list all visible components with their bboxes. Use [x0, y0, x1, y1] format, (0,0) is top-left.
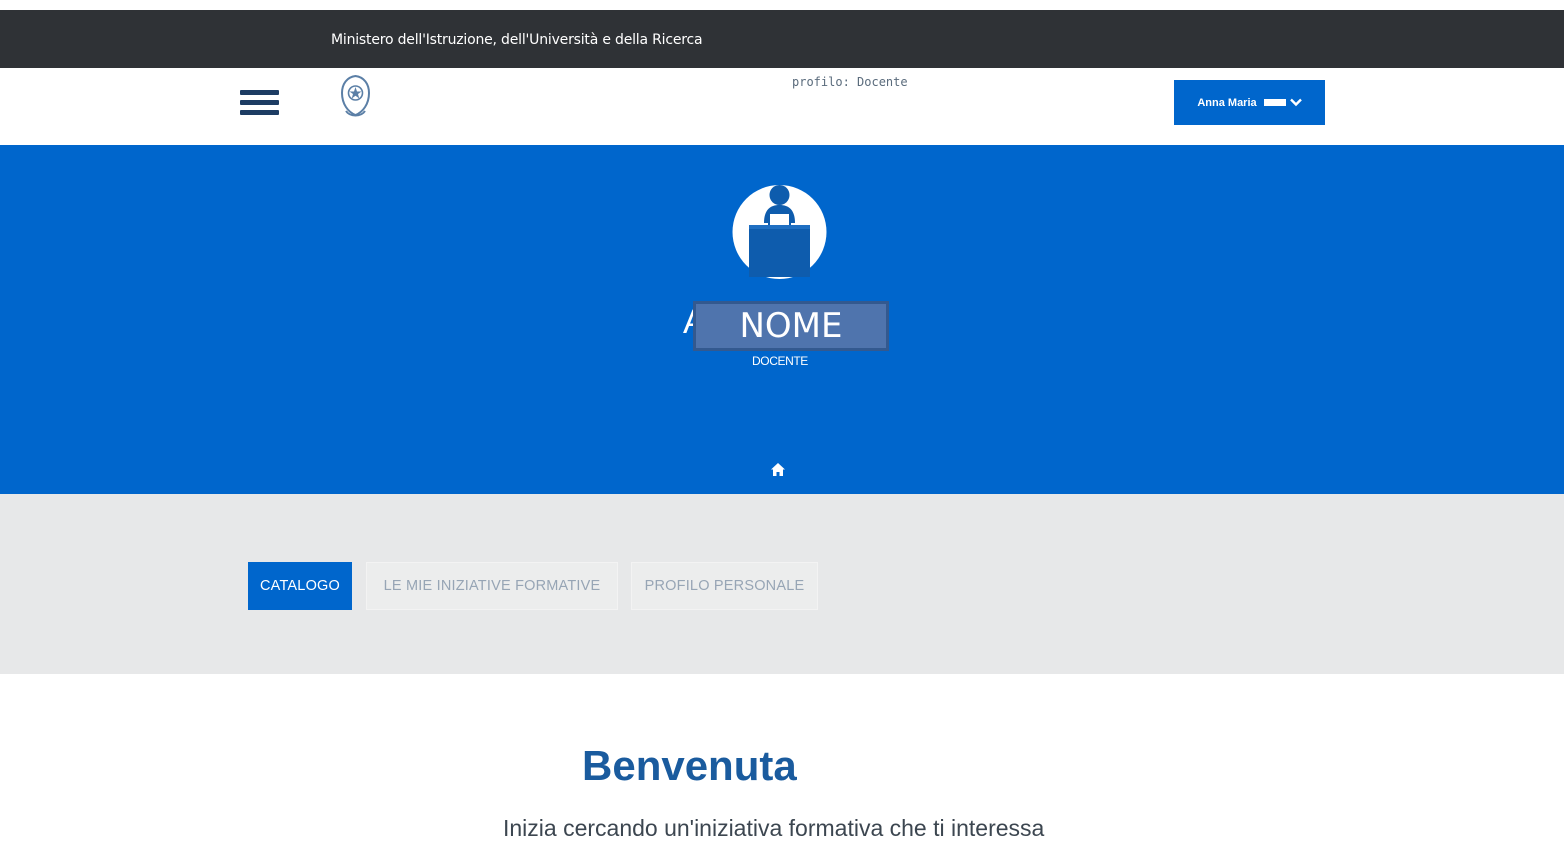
site-header: profilo: Docente Anna Maria — [0, 68, 1564, 145]
name-placeholder: NOME — [693, 301, 889, 351]
tab-catalogo[interactable]: CATALOGO — [248, 562, 352, 610]
welcome-lead: Inizia cercando un'iniziativa formativa … — [503, 815, 1045, 841]
tab-mie-iniziative[interactable]: LE MIE INIZIATIVE FORMATIVE — [366, 562, 618, 610]
redacted-surname — [1263, 99, 1286, 106]
tab-profilo-personale[interactable]: PROFILO PERSONALE — [631, 562, 818, 610]
hamburger-menu-icon[interactable] — [240, 90, 279, 115]
profile-label: profilo: Docente — [792, 75, 908, 89]
user-menu-button[interactable]: Anna Maria — [1174, 80, 1325, 125]
user-role: DOCENTE — [752, 354, 808, 368]
teacher-avatar-icon — [732, 185, 827, 279]
profile-hero: A NOME DOCENTE — [0, 145, 1564, 494]
tabs-band: CATALOGO LE MIE INIZIATIVE FORMATIVE PRO… — [0, 494, 1564, 674]
ministry-top-bar: Ministero dell'Istruzione, dell'Universi… — [0, 10, 1564, 68]
republic-emblem-icon[interactable] — [337, 73, 374, 121]
ministry-name: Ministero dell'Istruzione, dell'Universi… — [331, 32, 703, 48]
user-name: Anna Maria — [1197, 96, 1257, 109]
home-icon[interactable] — [770, 462, 786, 477]
chevron-down-icon — [1289, 98, 1302, 107]
welcome-heading: Benvenuta — [582, 742, 797, 789]
